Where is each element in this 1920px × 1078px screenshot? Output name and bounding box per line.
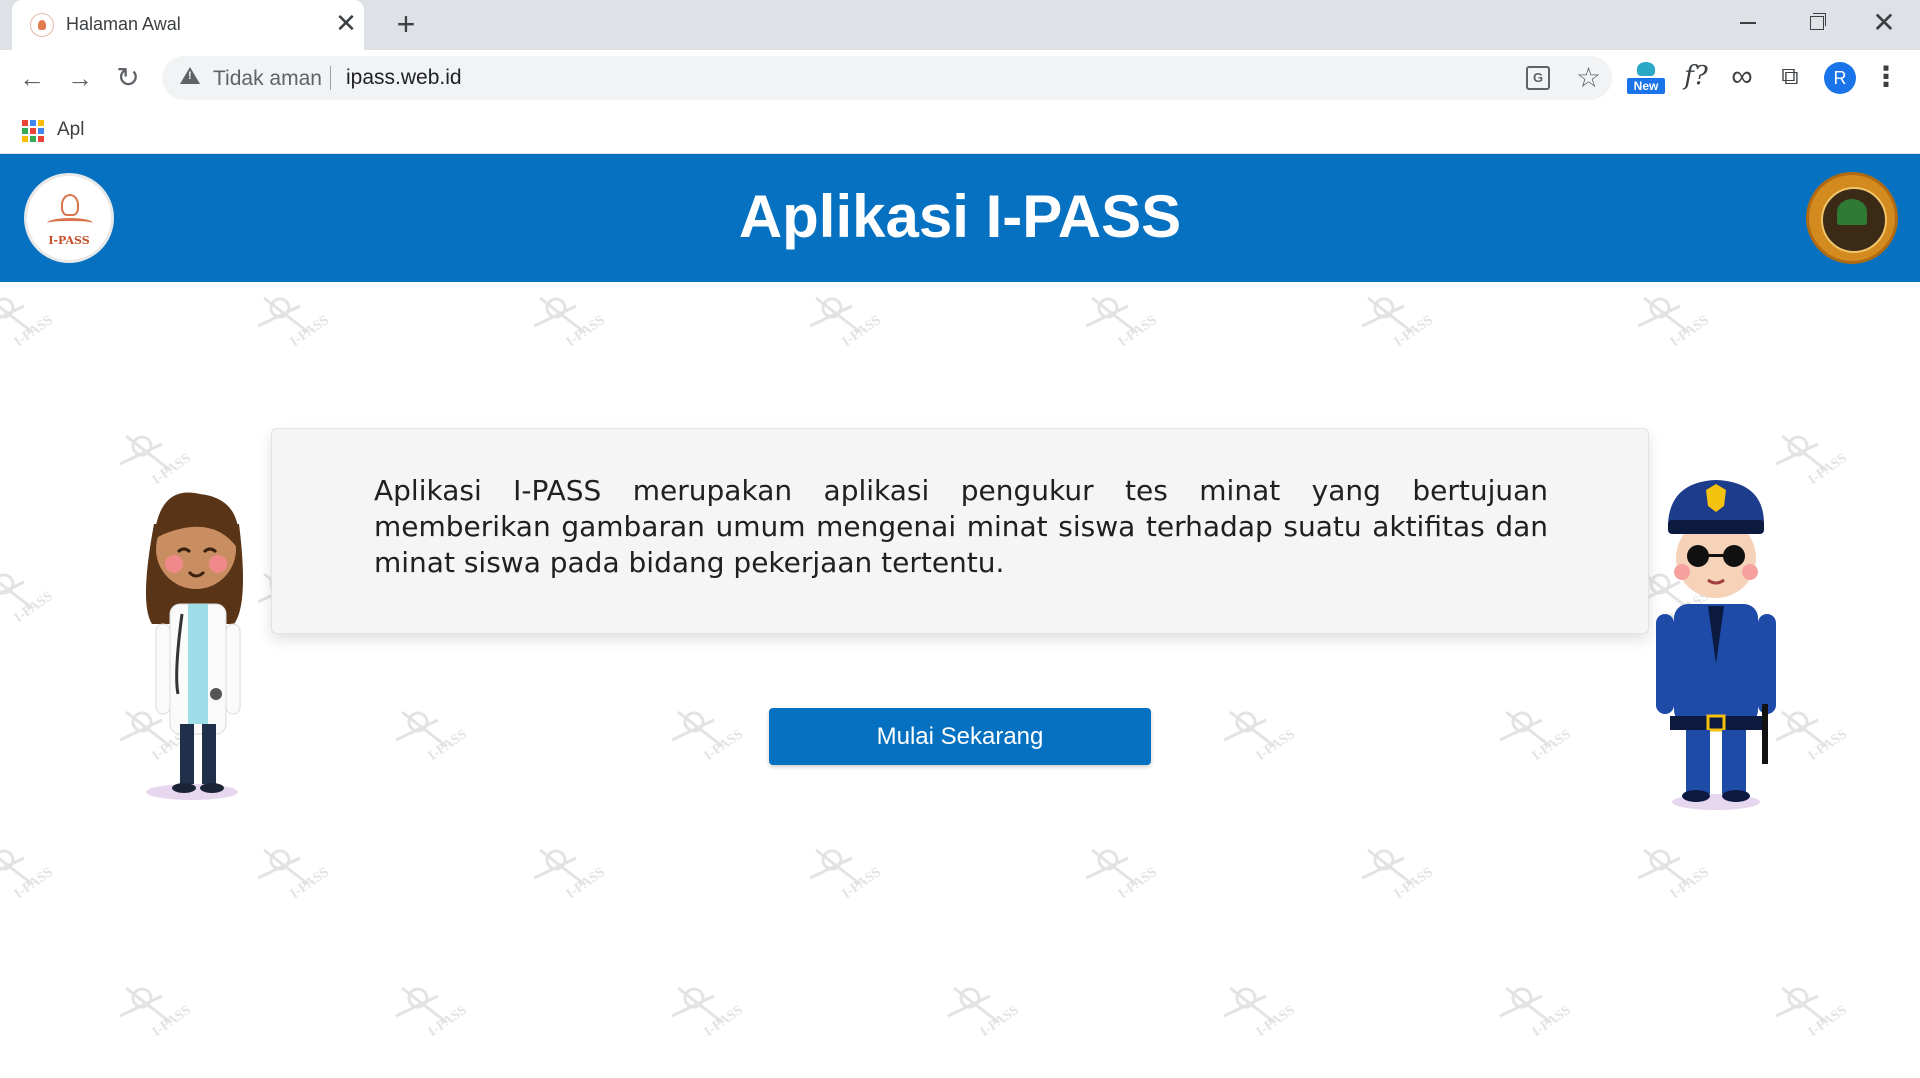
svg-text:I-PASS: I-PASS <box>1806 727 1848 764</box>
description-card: Aplikasi I-PASS merupakan aplikasi pengu… <box>271 428 1649 634</box>
svg-text:I-PASS: I-PASS <box>1668 865 1710 902</box>
svg-text:I-PASS: I-PASS <box>150 1003 192 1040</box>
svg-text:I-PASS: I-PASS <box>840 865 882 902</box>
svg-text:I-PASS: I-PASS <box>288 313 330 350</box>
new-badge: New <box>1627 78 1665 94</box>
svg-text:I-PASS: I-PASS <box>288 865 330 902</box>
extensions-puzzle-icon[interactable]: ⧉ <box>1772 60 1808 96</box>
svg-text:I-PASS: I-PASS <box>564 865 606 902</box>
window-close-button[interactable]: ✕ <box>1862 6 1906 40</box>
watermark-logo: I-PASS <box>1630 286 1712 366</box>
url-text[interactable]: ipass.web.id <box>346 66 462 90</box>
police-illustration <box>1646 454 1786 814</box>
svg-text:I-PASS: I-PASS <box>12 865 54 902</box>
watermark-logo: I-PASS <box>664 700 746 780</box>
apps-bookmark-label[interactable]: Apl <box>57 119 84 141</box>
infinity-extension-icon[interactable]: ∞ <box>1724 60 1760 96</box>
svg-text:I-PASS: I-PASS <box>1806 451 1848 488</box>
university-seal-logo <box>1806 172 1898 264</box>
translate-icon[interactable]: G <box>1526 66 1550 90</box>
watermark-logo: I-PASS <box>1492 976 1574 1056</box>
watermark-logo: I-PASS <box>0 838 56 918</box>
forward-button[interactable]: → <box>62 60 98 96</box>
security-label[interactable]: Tidak aman <box>213 67 322 91</box>
svg-text:I-PASS: I-PASS <box>1254 1003 1296 1040</box>
watermark-logo: I-PASS <box>250 838 332 918</box>
web-page: I-PASS Aplikasi I-PASS I-PASS I-PASS I-PAS… <box>0 154 1920 1078</box>
svg-text:I-PASS: I-PASS <box>1392 313 1434 350</box>
watermark-logo: I-PASS <box>250 286 332 366</box>
tab-strip: Halaman Awal ✕ + ✕ <box>0 0 1920 50</box>
watermark-logo: I-PASS <box>1492 700 1574 780</box>
browser-toolbar: ← → ↻ Tidak aman ipass.web.id G ☆ New f?… <box>0 50 1920 106</box>
profile-avatar[interactable]: R <box>1824 62 1856 94</box>
svg-text:I-PASS: I-PASS <box>1254 727 1296 764</box>
svg-text:I-PASS: I-PASS <box>702 1003 744 1040</box>
watermark-logo: I-PASS <box>1078 286 1160 366</box>
svg-text:I-PASS: I-PASS <box>1530 727 1572 764</box>
svg-text:I-PASS: I-PASS <box>840 313 882 350</box>
tab-close-icon[interactable]: ✕ <box>334 10 358 36</box>
watermark-logo: I-PASS <box>0 562 56 642</box>
watermark-logo: I-PASS <box>0 286 56 366</box>
watermark-logo: I-PASS <box>112 976 194 1056</box>
tab-title: Halaman Awal <box>66 14 181 34</box>
window-restore-button[interactable] <box>1794 6 1838 40</box>
start-now-button[interactable]: Mulai Sekarang <box>769 708 1151 765</box>
svg-text:I-PASS: I-PASS <box>1668 313 1710 350</box>
watermark-logo: I-PASS <box>388 976 470 1056</box>
watermark-logo: I-PASS <box>1630 838 1712 918</box>
browser-tab-active[interactable]: Halaman Awal ✕ <box>12 0 364 50</box>
svg-text:I-PASS: I-PASS <box>564 313 606 350</box>
watermark-logo: I-PASS <box>802 286 884 366</box>
svg-text:I-PASS: I-PASS <box>1392 865 1434 902</box>
svg-text:I-PASS: I-PASS <box>426 727 468 764</box>
watermark-logo: I-PASS <box>1768 976 1850 1056</box>
svg-text:I-PASS: I-PASS <box>426 1003 468 1040</box>
watermark-logo: I-PASS <box>802 838 884 918</box>
watermark-logo: I-PASS <box>526 838 608 918</box>
favicon-icon <box>30 13 54 37</box>
bookmark-star-icon[interactable]: ☆ <box>1576 61 1601 94</box>
svg-text:I-PASS: I-PASS <box>1530 1003 1572 1040</box>
watermark-logo: I-PASS <box>1216 976 1298 1056</box>
warning-icon[interactable] <box>180 67 200 84</box>
watermark-logo: I-PASS <box>1078 838 1160 918</box>
address-bar[interactable]: Tidak aman ipass.web.id G ☆ <box>162 56 1612 100</box>
watermark-logo: I-PASS <box>940 976 1022 1056</box>
app-description: Aplikasi I-PASS merupakan aplikasi pengu… <box>374 474 1548 579</box>
formula-extension-icon[interactable]: f? <box>1678 60 1714 96</box>
svg-text:I-PASS: I-PASS <box>1806 1003 1848 1040</box>
watermark-logo: I-PASS <box>1354 838 1436 918</box>
svg-text:I-PASS: I-PASS <box>978 1003 1020 1040</box>
back-button[interactable]: ← <box>14 60 50 96</box>
watermark-logo: I-PASS <box>526 286 608 366</box>
svg-text:I-PASS: I-PASS <box>12 589 54 626</box>
watermark-logo: I-PASS <box>388 700 470 780</box>
svg-text:I-PASS: I-PASS <box>1116 865 1158 902</box>
watermark-logo: I-PASS <box>1216 700 1298 780</box>
svg-text:I-PASS: I-PASS <box>12 313 54 350</box>
apps-grid-icon[interactable] <box>22 120 44 142</box>
reload-button[interactable]: ↻ <box>110 60 146 96</box>
omnibox-divider <box>330 66 331 90</box>
site-header: I-PASS Aplikasi I-PASS <box>0 154 1920 282</box>
bookmarks-bar: Apl <box>0 106 1920 154</box>
watermark-logo: I-PASS <box>1354 286 1436 366</box>
extension-new-button[interactable]: New <box>1626 60 1666 96</box>
browser-menu-icon[interactable]: ⋮ <box>1872 60 1900 96</box>
svg-text:I-PASS: I-PASS <box>702 727 744 764</box>
svg-text:I-PASS: I-PASS <box>1116 313 1158 350</box>
watermark-logo: I-PASS <box>664 976 746 1056</box>
page-title: Aplikasi I-PASS <box>738 183 1182 250</box>
new-tab-button[interactable]: + <box>390 8 422 41</box>
window-minimize-button[interactable] <box>1726 6 1770 40</box>
